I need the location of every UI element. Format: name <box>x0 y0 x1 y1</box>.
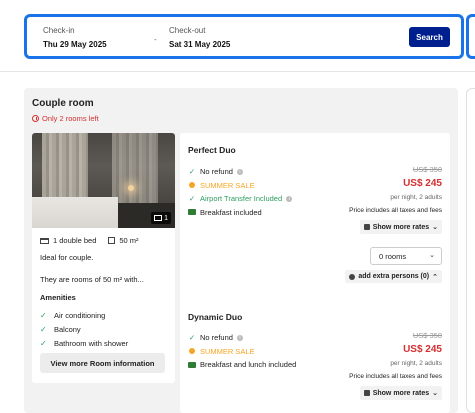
room-size: 50 m² <box>119 236 139 245</box>
feature-label: Airport Transfer Included <box>200 194 283 204</box>
curtain-graphic <box>42 133 88 205</box>
side-panel-edge <box>466 88 475 413</box>
meal-icon <box>188 361 196 368</box>
check-icon: ✓ <box>188 194 196 204</box>
feature-meal: Breakfast included <box>188 206 292 220</box>
amenity-item: ✓ Balcony <box>40 322 128 336</box>
check-icon: ✓ <box>188 333 196 343</box>
area-icon <box>108 237 116 244</box>
calendar-icon <box>363 390 370 396</box>
check-icon: ✓ <box>188 167 196 177</box>
bed-type: 1 double bed <box>53 236 97 245</box>
feature-meal: Breakfast and lunch included <box>188 358 296 372</box>
show-more-rates-label: Show more rates <box>372 389 430 397</box>
feature-summer-sale: SUMMER SALE <box>188 179 292 193</box>
checkout-value: Sat 31 May 2025 <box>169 40 231 49</box>
check-icon: ✓ <box>40 310 47 320</box>
rate-name: Dynamic Duo <box>188 312 243 322</box>
availability-warning: Only 2 rooms left <box>32 114 99 123</box>
rate-features: ✓ No refund i SUMMER SALE ✓ Airport Tran… <box>188 165 293 220</box>
meal-icon <box>188 209 196 216</box>
show-more-rates-button[interactable]: Show more rates ⌄ <box>359 386 442 400</box>
show-more-rates-button[interactable]: Show more rates ⌄ <box>359 220 442 234</box>
price: US$ 245 <box>403 178 442 189</box>
room-info-card: 1 1 double bed 50 m² Ideal for couple. T… <box>32 133 175 383</box>
feature-label: No refund <box>200 333 233 343</box>
view-more-room-button[interactable]: View more Room information <box>40 353 165 373</box>
amenity-label: Balcony <box>54 324 81 334</box>
amenity-item: ✓ Bathroom with shower <box>40 336 128 350</box>
sun-icon <box>189 182 195 189</box>
show-more-rates-label: Show more rates <box>372 223 430 231</box>
feature-label: SUMMER SALE <box>200 346 255 356</box>
room-long-description: They are rooms of 50 m² with... <box>40 275 144 284</box>
check-icon: ✓ <box>40 324 47 334</box>
curtain-graphic <box>112 133 158 205</box>
feature-label: SUMMER SALE <box>200 180 255 190</box>
room-specs: 1 double bed 50 m² <box>40 236 139 245</box>
checkout-field[interactable]: Check-out Sat 31 May 2025 <box>169 26 230 49</box>
extra-persons-label: add extra persons (0) <box>358 273 430 280</box>
chevron-down-icon: ⌄ <box>432 224 438 231</box>
info-icon[interactable]: i <box>286 195 293 202</box>
price-basis: per night, 2 adults <box>390 194 442 201</box>
add-extra-persons-button[interactable]: add extra persons (0) ⌃ <box>345 270 442 283</box>
availability-text: Only 2 rooms left <box>42 114 99 123</box>
amenities-list: ✓ Air conditioning ✓ Balcony ✓ Bathroom … <box>40 308 128 350</box>
feature-no-refund: ✓ No refund i <box>188 331 296 345</box>
room-photo[interactable]: 1 <box>32 133 175 228</box>
side-panel-edge <box>466 14 475 59</box>
checkin-value: Thu 29 May 2025 <box>43 40 107 49</box>
amenity-item: ✓ Air conditioning <box>40 308 128 322</box>
check-icon: ✓ <box>40 338 47 348</box>
feature-label: Breakfast included <box>200 207 262 217</box>
info-icon[interactable]: i <box>236 168 243 175</box>
amenity-label: Air conditioning <box>54 310 106 320</box>
bed-graphic <box>32 197 118 228</box>
amenity-label: Bathroom with shower <box>54 338 129 348</box>
amenities-title: Amenities <box>40 293 76 302</box>
calendar-icon <box>363 224 370 230</box>
rate-features: ✓ No refund i SUMMER SALE Breakfast and … <box>188 331 296 372</box>
bed-icon <box>40 237 49 244</box>
checkin-label: Check-in <box>43 26 75 35</box>
rooms-select-value: 0 rooms <box>379 251 407 261</box>
clock-icon <box>32 115 39 122</box>
room-short-description: Ideal for couple. <box>40 253 94 262</box>
search-button[interactable]: Search <box>409 27 450 47</box>
feature-label: No refund <box>200 167 233 177</box>
rate-card-dynamic-duo: Dynamic Duo ✓ No refund i SUMMER SALE Br… <box>180 298 450 413</box>
room-panel: Couple room Only 2 rooms left 1 1 double… <box>24 88 458 413</box>
search-bar: Check-in Thu 29 May 2025 - Check-out Sat… <box>24 14 464 59</box>
price: US$ 245 <box>403 344 442 355</box>
feature-label: Breakfast and lunch included <box>200 360 297 370</box>
checkout-label: Check-out <box>169 26 206 35</box>
rate-name: Perfect Duo <box>188 145 236 155</box>
rooms-select[interactable]: 0 rooms ⌄ <box>370 247 442 265</box>
feature-summer-sale: SUMMER SALE <box>188 345 296 359</box>
image-icon <box>154 215 163 221</box>
divider <box>0 71 475 72</box>
lamp-graphic <box>128 185 134 191</box>
feature-no-refund: ✓ No refund i <box>188 165 292 179</box>
room-title: Couple room <box>32 98 94 109</box>
taxes-note: Price includes all taxes and fees <box>349 207 442 214</box>
feature-airport-transfer: ✓ Airport Transfer Included i <box>188 192 293 206</box>
taxes-note: Price includes all taxes and fees <box>349 373 442 380</box>
old-price: US$ 350 <box>412 331 442 340</box>
old-price: US$ 350 <box>412 165 442 174</box>
price-basis: per night, 2 adults <box>390 360 442 367</box>
info-icon[interactable]: i <box>236 334 243 341</box>
chevron-up-icon: ⌃ <box>432 273 438 281</box>
photo-count-badge[interactable]: 1 <box>151 212 171 224</box>
checkin-field[interactable]: Check-in Thu 29 May 2025 <box>43 26 107 49</box>
sun-icon <box>189 348 195 355</box>
chevron-down-icon: ⌄ <box>429 252 435 259</box>
date-separator: - <box>154 35 157 44</box>
photo-count: 1 <box>164 214 168 222</box>
chevron-down-icon: ⌄ <box>432 390 438 397</box>
add-person-icon <box>349 273 356 280</box>
